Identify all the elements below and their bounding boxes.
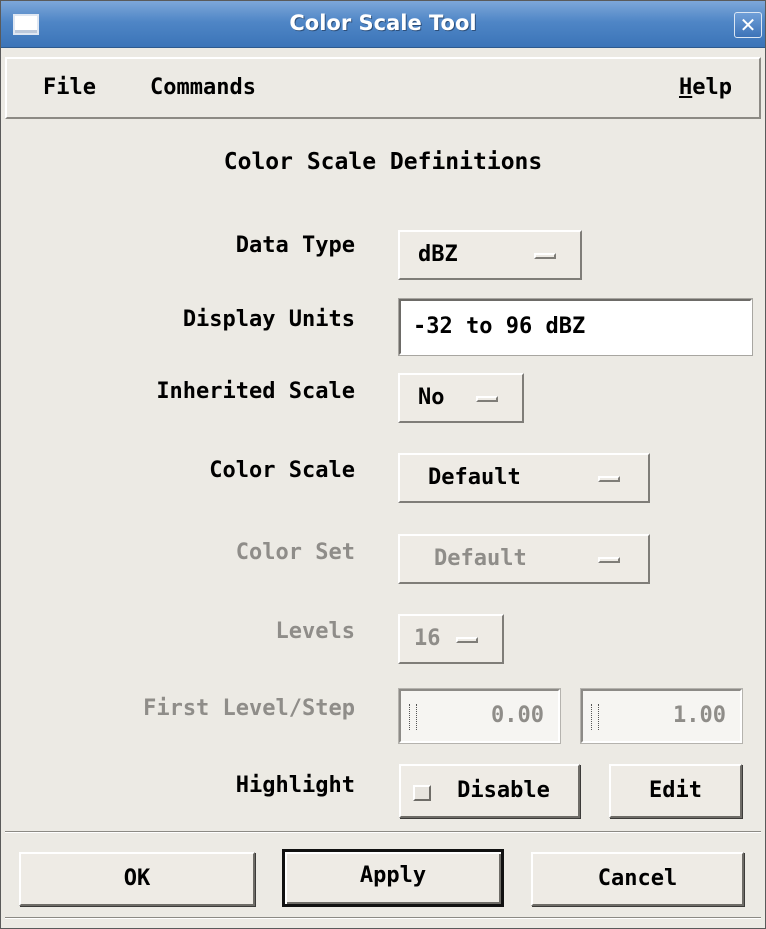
first-level-value: 0.00	[491, 703, 544, 728]
color-set-label: Color Set	[235, 540, 355, 565]
inherited-scale-option-button[interactable]: No	[398, 373, 524, 423]
option-indicator-icon	[456, 637, 478, 643]
color-scale-tool-window: Color Scale Tool ✕ File Commands Help Co…	[0, 0, 766, 929]
step-field[interactable]: 1.00	[581, 689, 742, 743]
bottom-edge	[5, 917, 761, 919]
display-units-label: Display Units	[182, 307, 355, 332]
display-units-field[interactable]: -32 to 96 dBZ	[399, 299, 752, 355]
first-level-field[interactable]: 0.00	[399, 689, 560, 743]
highlight-toggle-label: Disable	[457, 778, 550, 803]
step-value: 1.00	[673, 703, 726, 728]
section-heading: Color Scale Definitions	[223, 149, 543, 175]
menu-commands[interactable]: Commands	[150, 75, 256, 100]
apply-button[interactable]: Apply	[282, 849, 504, 907]
levels-value: 16	[414, 626, 441, 651]
option-indicator-icon	[598, 557, 620, 563]
highlight-disable-toggle[interactable]: Disable	[399, 764, 580, 818]
color-scale-label: Color Scale	[209, 458, 355, 483]
title-bar[interactable]: Color Scale Tool ✕	[1, 1, 765, 48]
menu-help[interactable]: Help	[679, 75, 732, 100]
levels-option-button[interactable]: 16	[398, 614, 504, 664]
text-cursor-icon	[591, 704, 599, 730]
data-type-option-button[interactable]: dBZ	[398, 230, 582, 280]
cancel-button[interactable]: Cancel	[531, 852, 744, 906]
separator	[5, 831, 761, 833]
ok-button[interactable]: OK	[19, 852, 255, 906]
menu-file[interactable]: File	[43, 75, 96, 100]
highlight-label: Highlight	[235, 773, 355, 798]
menu-bar: File Commands Help	[5, 57, 761, 119]
first-level-step-label: First Level/Step	[143, 696, 355, 721]
option-indicator-icon	[534, 253, 556, 259]
color-scale-option-button[interactable]: Default	[398, 453, 650, 503]
levels-label: Levels	[275, 619, 355, 644]
menu-help-label: elp	[692, 75, 732, 100]
window-title: Color Scale Tool	[289, 11, 477, 35]
inherited-scale-label: Inherited Scale	[156, 379, 355, 404]
checkbox-icon	[413, 785, 431, 801]
data-type-value: dBZ	[418, 242, 458, 267]
option-indicator-icon	[476, 396, 498, 402]
color-set-option-button[interactable]: Default	[398, 534, 650, 584]
text-cursor-icon	[409, 704, 417, 730]
close-icon[interactable]: ✕	[734, 12, 762, 38]
color-scale-value: Default	[428, 465, 521, 490]
menu-help-mnemonic: H	[679, 75, 693, 100]
data-type-label: Data Type	[235, 233, 355, 258]
option-indicator-icon	[598, 476, 620, 482]
inherited-scale-value: No	[418, 385, 445, 410]
color-set-value: Default	[434, 546, 527, 571]
highlight-edit-button[interactable]: Edit	[609, 764, 742, 818]
